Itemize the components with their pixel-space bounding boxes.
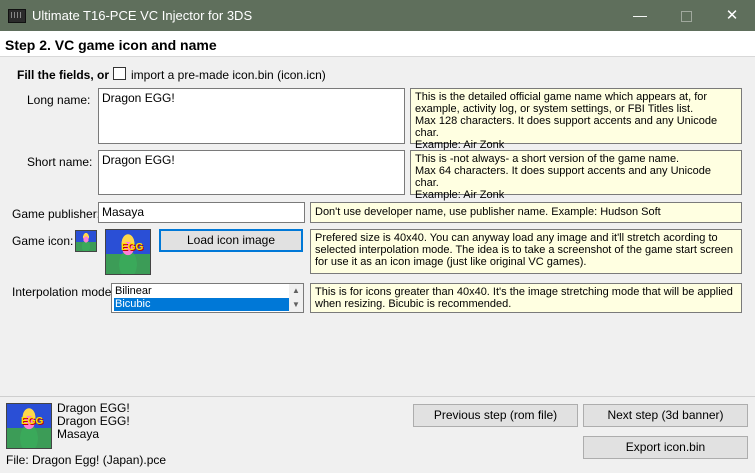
close-button[interactable]: ✕ xyxy=(709,0,755,31)
publisher-input[interactable]: Masaya xyxy=(98,202,305,223)
load-icon-button[interactable]: Load icon image xyxy=(159,229,303,252)
preview-long-name: Dragon EGG! xyxy=(57,401,130,415)
interpolation-help: This is for icons greater than 40x40. It… xyxy=(310,283,742,313)
import-icon-checkbox[interactable] xyxy=(113,67,126,80)
preview-icon: EGG xyxy=(6,403,52,449)
maximize-button[interactable] xyxy=(663,0,709,31)
icon-preview-large: EGG xyxy=(105,229,151,275)
long-name-label: Long name: xyxy=(27,93,91,107)
next-step-button[interactable]: Next step (3d banner) xyxy=(583,404,748,427)
interpolation-option-bicubic[interactable]: Bicubic xyxy=(114,298,302,311)
publisher-help: Don't use developer name, use publisher … xyxy=(310,202,742,223)
title-bar: Ultimate T16-PCE VC Injector for 3DS — ✕ xyxy=(0,0,755,31)
maximize-icon xyxy=(680,10,692,22)
previous-step-button[interactable]: Previous step (rom file) xyxy=(413,404,578,427)
step-header: Step 2. VC game icon and name xyxy=(0,31,755,57)
short-name-input[interactable]: Dragon EGG! xyxy=(98,150,405,195)
preview-file-name: File: Dragon Egg! (Japan).pce xyxy=(6,453,167,467)
interpolation-listbox[interactable]: Bilinear Bicubic ▲ ▼ xyxy=(111,283,304,313)
game-icon-label: Game icon: xyxy=(12,234,74,248)
interpolation-scrollbar[interactable]: ▲ ▼ xyxy=(289,284,303,312)
long-name-help: This is the detailed official game name … xyxy=(410,88,742,151)
app-window: Ultimate T16-PCE VC Injector for 3DS — ✕… xyxy=(0,0,755,473)
import-icon-label[interactable]: import a pre-made icon.bin (icon.icn) xyxy=(131,68,326,82)
long-name-input[interactable]: Dragon EGG! xyxy=(98,88,405,144)
publisher-label: Game publisher: xyxy=(12,207,101,221)
short-name-help: This is -not always- a short version of … xyxy=(410,150,742,201)
interpolation-option-bilinear[interactable]: Bilinear xyxy=(114,285,302,298)
icon-preview-small xyxy=(75,230,97,252)
scroll-up-icon[interactable]: ▲ xyxy=(289,284,303,298)
preview-short-name: Dragon EGG! xyxy=(57,414,130,428)
window-title: Ultimate T16-PCE VC Injector for 3DS xyxy=(32,8,253,23)
minimize-button[interactable]: — xyxy=(617,0,663,31)
game-icon-help: Prefered size is 40x40. You can anyway l… xyxy=(310,229,742,274)
scroll-down-icon[interactable]: ▼ xyxy=(289,298,303,312)
preview-publisher: Masaya xyxy=(57,427,100,441)
interpolation-label: Interpolation mode: xyxy=(12,285,115,299)
export-icon-button[interactable]: Export icon.bin xyxy=(583,436,748,459)
step-title: Step 2. VC game icon and name xyxy=(5,37,217,53)
footer-divider xyxy=(0,396,755,397)
app-icon xyxy=(8,9,26,23)
short-name-label: Short name: xyxy=(27,155,93,169)
fill-fields-label: Fill the fields, or xyxy=(17,68,110,82)
